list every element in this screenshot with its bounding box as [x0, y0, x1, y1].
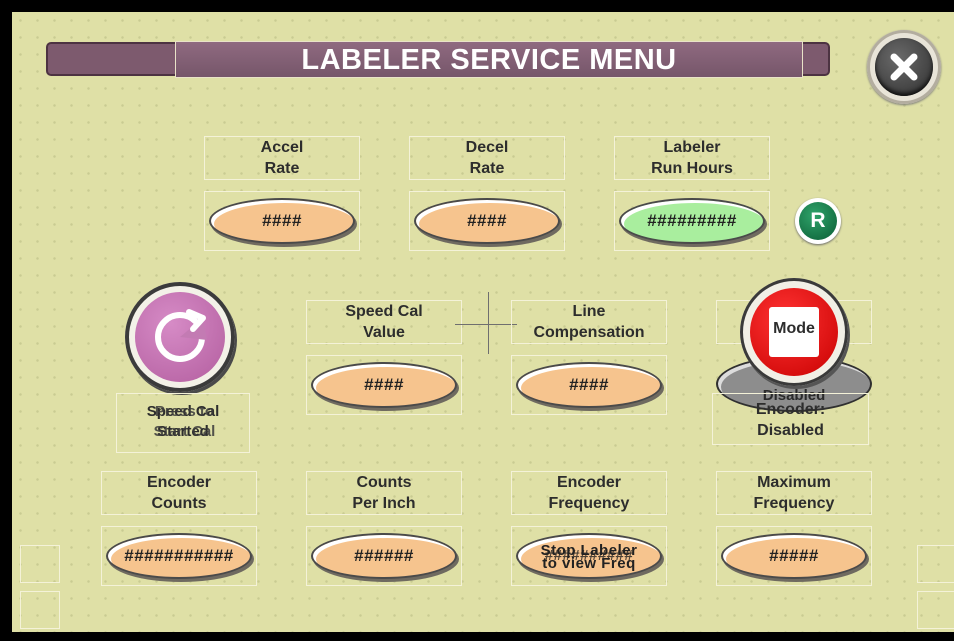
close-button[interactable] [867, 30, 941, 104]
labeler-run-hours-label: Labeler Run Hours [614, 136, 770, 180]
line-compensation-label: Line Compensation [511, 300, 667, 344]
speed-cal-status: Speed Cal Started Press to Start Cal [116, 393, 250, 453]
counts-per-inch-label: Counts Per Inch [306, 471, 462, 515]
encoder-frequency-message: Stop Labeler to view Freq [518, 543, 660, 572]
counts-per-inch-input[interactable]: ###### [311, 533, 457, 579]
labeler-run-hours-label-line2: Run Hours [651, 160, 733, 177]
close-icon [890, 53, 918, 81]
maximum-frequency-label: Maximum Frequency [716, 471, 872, 515]
decel-rate-label-line2: Rate [469, 160, 505, 177]
accel-rate-label: Accel Rate [204, 136, 360, 180]
maximum-frequency-field: ##### [716, 526, 872, 586]
stop-button-mode-text: Mode [773, 320, 815, 337]
decel-rate-input[interactable]: #### [414, 198, 560, 244]
crosshair-horizontal [455, 324, 517, 325]
encoder-frequency-message-line2: to view Freq [542, 555, 636, 572]
reset-run-hours-button[interactable]: R [795, 198, 841, 244]
line-compensation-input[interactable]: #### [516, 362, 662, 408]
encoder-counts-label: Encoder Counts [101, 471, 257, 515]
refresh-icon [155, 309, 207, 362]
encoder-frequency-display: ########## Stop Labeler to view Freq [516, 533, 662, 579]
corner-box-right-top[interactable] [917, 545, 954, 583]
encoder-counts-label-line2: Counts [151, 495, 207, 512]
labeler-run-hours-label-line1: Labeler [663, 139, 721, 156]
line-compensation-label-line2: Compensation [533, 324, 645, 341]
speed-cal-value-field: #### [306, 355, 462, 415]
encoder-frequency-label-line2: Frequency [548, 495, 630, 512]
title-bar: LABELER SERVICE MENU [46, 41, 830, 78]
line-compensation-field: #### [511, 355, 667, 415]
hmi-screen: LABELER SERVICE MENU Accel Rate #### Dec… [0, 0, 954, 641]
speed-cal-value-input[interactable]: #### [311, 362, 457, 408]
accel-rate-label-line2: Rate [264, 160, 300, 177]
decel-rate-label-line1: Decel [465, 139, 509, 156]
encoder-frequency-field: ########## Stop Labeler to view Freq [511, 526, 667, 586]
speed-cal-value-label-line2: Value [363, 324, 405, 341]
speed-cal-status-b-line1: Press to [154, 403, 215, 420]
service-menu-panel: LABELER SERVICE MENU Accel Rate #### Dec… [12, 12, 954, 632]
reset-button-label: R [799, 202, 837, 240]
maximum-frequency-label-line1: Maximum [757, 474, 831, 491]
counts-per-inch-label-line1: Counts [356, 474, 412, 491]
encoder-counts-label-line1: Encoder [146, 474, 211, 491]
decel-rate-field: #### [409, 191, 565, 251]
encoder-counts-display: ########### [106, 533, 252, 579]
maximum-frequency-label-line2: Frequency [753, 495, 835, 512]
encoder-status-line2: Disabled [757, 422, 824, 439]
encoder-frequency-label-line1: Encoder [556, 474, 621, 491]
title-frame: LABELER SERVICE MENU [175, 41, 803, 78]
accel-rate-label-line1: Accel [260, 139, 304, 156]
crosshair-vertical [488, 292, 489, 354]
speed-cal-value-label: Speed Cal Value [306, 300, 462, 344]
corner-box-right-bottom[interactable] [917, 591, 954, 629]
stop-button[interactable]: Mode [740, 278, 848, 386]
labeler-run-hours-field: ######### [614, 191, 770, 251]
accel-rate-field: #### [204, 191, 360, 251]
counts-per-inch-label-line2: Per Inch [352, 495, 416, 512]
decel-rate-label: Decel Rate [409, 136, 565, 180]
speed-cal-status-b-line2: Start Cal [153, 423, 216, 440]
maximum-frequency-input[interactable]: ##### [721, 533, 867, 579]
corner-box-left-bottom[interactable] [20, 591, 60, 629]
encoder-counts-field: ########### [101, 526, 257, 586]
labeler-run-hours-display: ######### [619, 198, 765, 244]
encoder-status: Encoder: Disabled [712, 393, 869, 445]
accel-rate-input[interactable]: #### [209, 198, 355, 244]
speed-cal-value-label-line1: Speed Cal [345, 303, 423, 320]
counts-per-inch-field: ###### [306, 526, 462, 586]
encoder-status-line1: Encoder: [755, 401, 826, 418]
page-title: LABELER SERVICE MENU [301, 44, 677, 76]
corner-box-left-top[interactable] [20, 545, 60, 583]
speed-cal-status-text-b: Press to Start Cal [120, 402, 249, 442]
speed-cal-button[interactable] [125, 282, 235, 392]
line-compensation-label-line1: Line [572, 303, 606, 320]
encoder-frequency-label: Encoder Frequency [511, 471, 667, 515]
